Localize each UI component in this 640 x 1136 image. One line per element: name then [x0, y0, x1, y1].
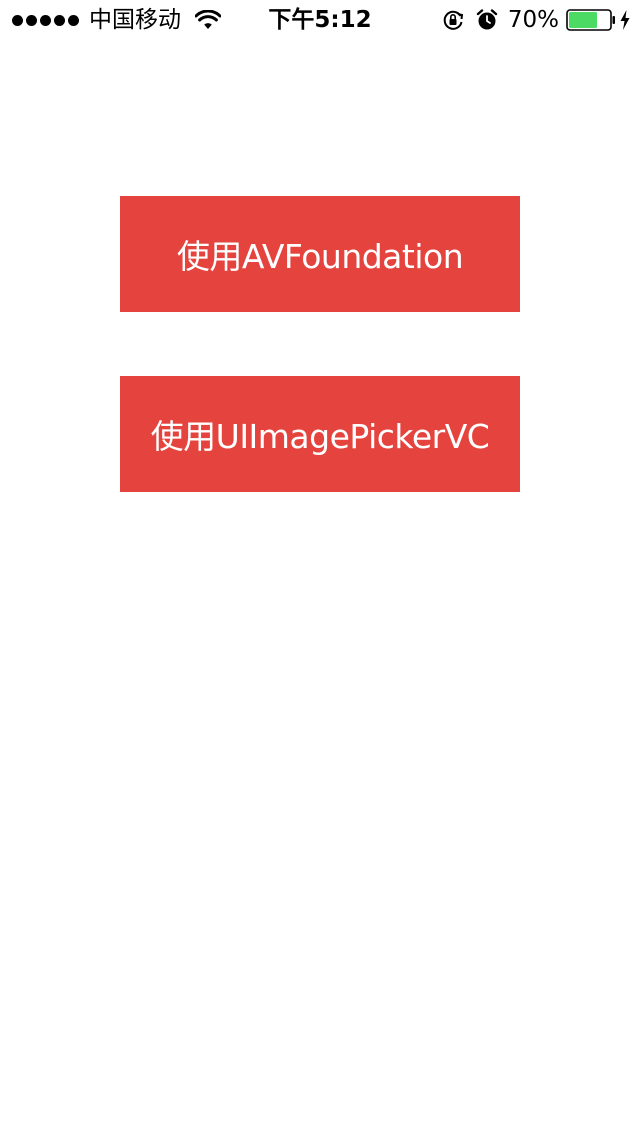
rotation-lock-icon	[443, 10, 463, 30]
use-uiimagepickervc-button[interactable]: 使用UIImagePickerVC	[120, 376, 520, 492]
status-bar-right: 70%	[442, 0, 630, 40]
alarm-icon	[476, 9, 498, 30]
charging-icon	[620, 10, 630, 30]
battery-percent: 70%	[507, 7, 559, 33]
battery-fill	[569, 12, 597, 28]
use-avfoundation-button[interactable]: 使用AVFoundation	[120, 196, 520, 312]
battery-icon	[566, 9, 615, 31]
status-bar: 中国移动 下午5:12 70%	[0, 0, 640, 40]
